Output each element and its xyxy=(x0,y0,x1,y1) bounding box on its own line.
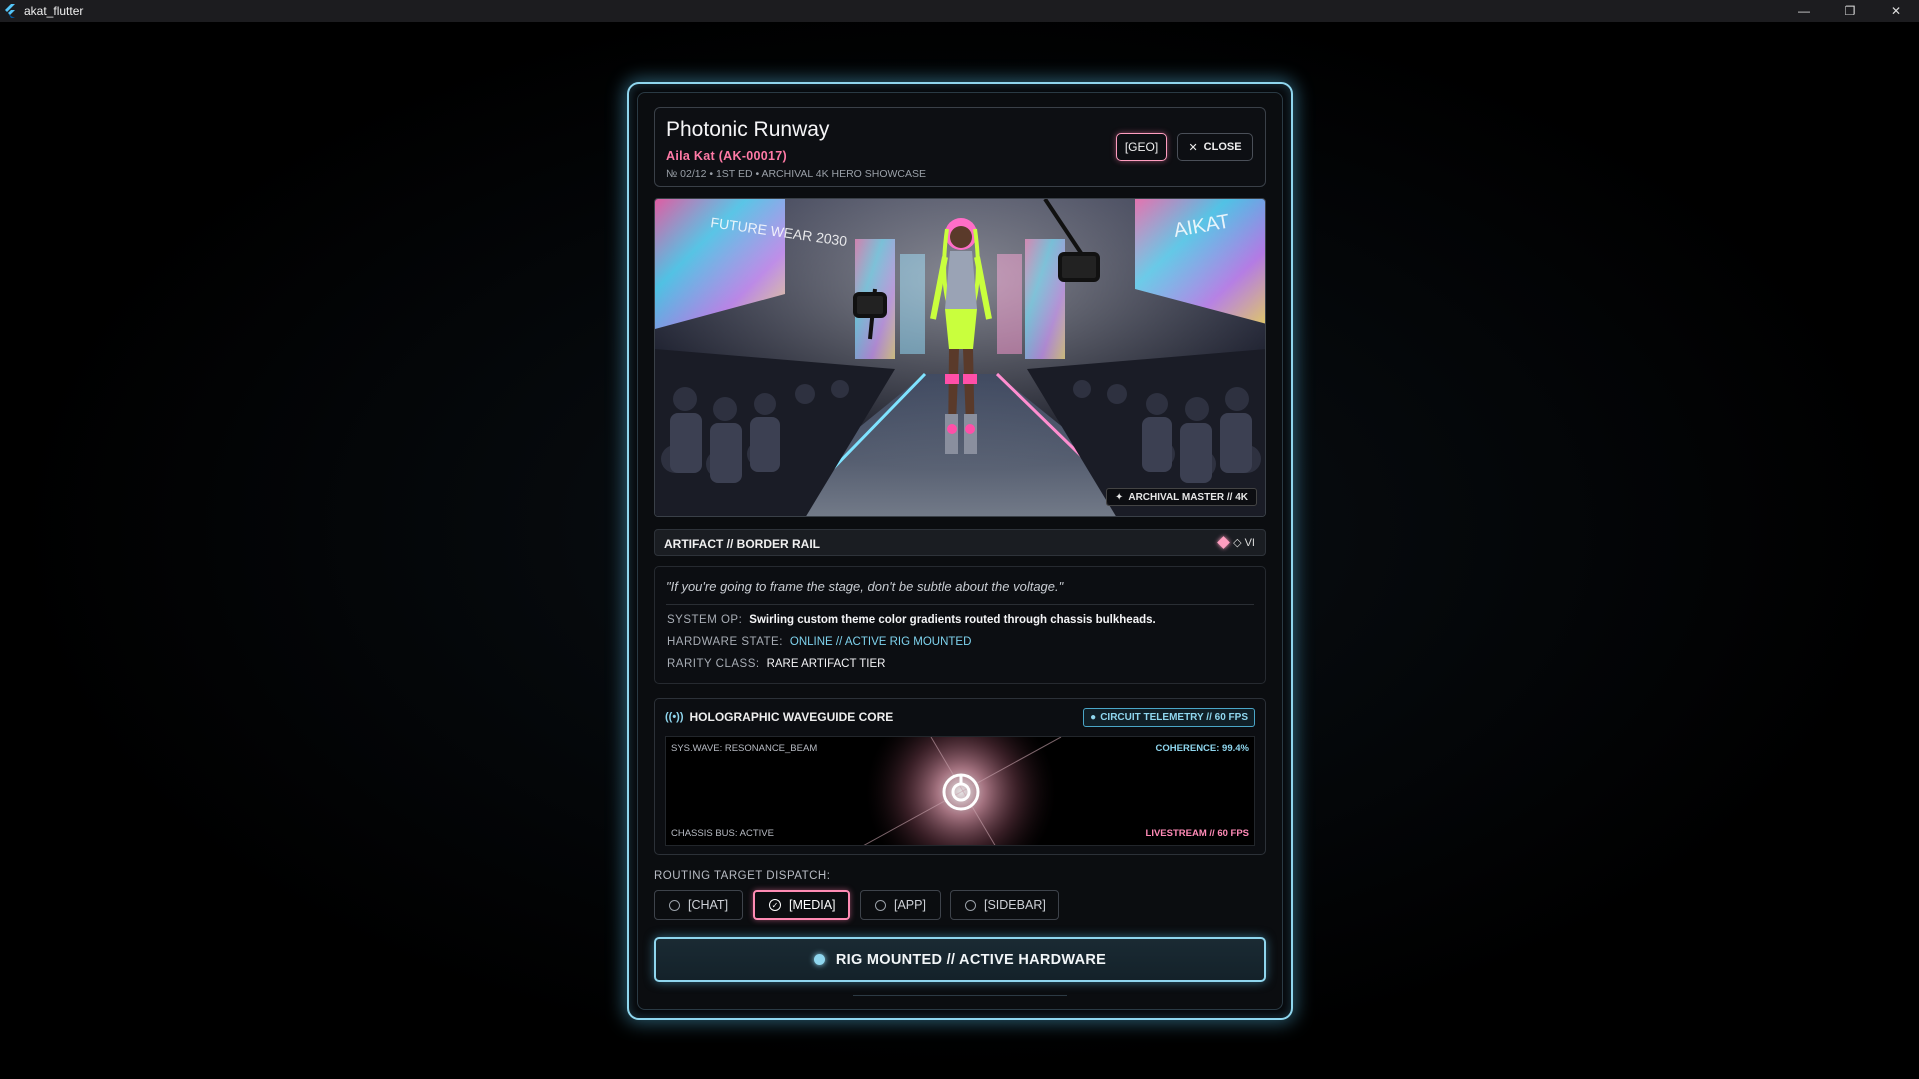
card-subtitle: Aila Kat (AK-00017) xyxy=(666,149,788,163)
close-button[interactable]: ✕ CLOSE xyxy=(1177,133,1253,161)
chassis-bus-label: CHASSIS BUS: ACTIVE xyxy=(671,828,774,839)
window-titlebar: akat_flutter — ❐ ✕ xyxy=(0,0,1919,22)
hardware-state-key: HARDWARE STATE: xyxy=(667,636,783,648)
runway-illustration: FUTURE WEAR 2030 AIKAT xyxy=(655,199,1265,516)
info-panel: "If you're going to frame the stage, don… xyxy=(654,566,1266,684)
artifact-tier-label: ◇ VI xyxy=(1233,537,1255,549)
route-chat-label: [CHAT] xyxy=(688,898,729,912)
artifact-tier: ◇ VI xyxy=(1217,536,1255,549)
system-op-value: Swirling custom theme color gradients ro… xyxy=(749,614,1156,626)
x-icon: ✕ xyxy=(1188,141,1198,154)
rig-mounted-label: RIG MOUNTED // ACTIVE HARDWARE xyxy=(835,951,1107,968)
close-button-label: CLOSE xyxy=(1203,141,1242,153)
hero-image: FUTURE WEAR 2030 AIKAT ✦ ARCHIVAL MASTER… xyxy=(654,198,1266,517)
status-dot-icon xyxy=(813,954,825,965)
rig-mounted-button[interactable]: RIG MOUNTED // ACTIVE HARDWARE xyxy=(654,937,1266,982)
check-circle-icon: ✓ xyxy=(769,899,781,911)
artifact-label: ARTIFACT // BORDER RAIL xyxy=(664,537,820,551)
routing-label: ROUTING TARGET DISPATCH: xyxy=(654,870,831,882)
waveguide-title: ((•)) HOLOGRAPHIC WAVEGUIDE CORE xyxy=(665,710,893,724)
info-divider xyxy=(666,604,1254,605)
system-op-key: SYSTEM OP: xyxy=(667,614,743,626)
livestream-label: LIVESTREAM // 60 FPS xyxy=(1145,828,1249,839)
window-close-button[interactable]: ✕ xyxy=(1873,0,1919,22)
rarity-row: RARITY CLASS: RARE ARTIFACT TIER xyxy=(667,658,885,670)
sparkle-icon: ✦ xyxy=(1114,491,1124,503)
window-controls: — ❐ ✕ xyxy=(1781,0,1919,22)
waveguide-scope: SYS.WAVE: RESONANCE_BEAM COHERENCE: 99.4… xyxy=(665,736,1255,846)
card-title: Photonic Runway xyxy=(666,118,830,141)
artifact-bar: ARTIFACT // BORDER RAIL ◇ VI xyxy=(654,529,1266,556)
sys-wave-label: SYS.WAVE: RESONANCE_BEAM xyxy=(671,743,818,754)
window-title: akat_flutter xyxy=(24,4,84,18)
route-app-button[interactable]: [APP] xyxy=(860,890,941,920)
telemetry-badge: ● CIRCUIT TELEMETRY // 60 FPS xyxy=(1083,708,1255,727)
restore-button[interactable]: ❐ xyxy=(1827,0,1873,22)
card-meta: № 02/12 • 1ST ED • ARCHIVAL 4K HERO SHOW… xyxy=(666,168,927,180)
card-header: Photonic Runway Aila Kat (AK-00017) № 02… xyxy=(654,107,1266,187)
route-media-label: [MEDIA] xyxy=(789,898,836,912)
archival-badge: ✦ ARCHIVAL MASTER // 4K xyxy=(1105,488,1257,506)
radio-unchecked-icon xyxy=(965,899,976,911)
route-sidebar-button[interactable]: [SIDEBAR] xyxy=(950,890,1059,920)
flutter-logo-icon xyxy=(4,4,18,18)
antenna-icon: ((•)) xyxy=(665,711,684,723)
route-chat-button[interactable]: [CHAT] xyxy=(654,890,743,920)
status-dot-icon: ● xyxy=(1090,712,1097,723)
route-app-label: [APP] xyxy=(894,898,926,912)
waveguide-panel: ((•)) HOLOGRAPHIC WAVEGUIDE CORE ● CIRCU… xyxy=(654,698,1266,855)
flavor-quote: "If you're going to frame the stage, don… xyxy=(666,579,1064,594)
rarity-value: RARE ARTIFACT TIER xyxy=(766,658,886,670)
telemetry-label: CIRCUIT TELEMETRY // 60 FPS xyxy=(1100,712,1248,723)
hardware-state-row: HARDWARE STATE: ONLINE // ACTIVE RIG MOU… xyxy=(667,636,971,648)
radio-unchecked-icon xyxy=(875,899,886,911)
bottom-divider xyxy=(853,995,1067,996)
route-sidebar-label: [SIDEBAR] xyxy=(984,898,1046,912)
archival-badge-label: ARCHIVAL MASTER // 4K xyxy=(1128,491,1248,503)
diamond-icon xyxy=(1217,536,1230,549)
system-op-row: SYSTEM OP: Swirling custom theme color g… xyxy=(667,614,1156,626)
radio-unchecked-icon xyxy=(669,899,680,911)
coherence-label: COHERENCE: 99.4% xyxy=(1155,743,1249,754)
route-media-button[interactable]: ✓ [MEDIA] xyxy=(753,890,850,920)
rarity-key: RARITY CLASS: xyxy=(667,658,760,670)
geo-button[interactable]: [GEO] xyxy=(1116,133,1167,161)
minimize-button[interactable]: — xyxy=(1781,0,1827,22)
waveguide-title-label: HOLOGRAPHIC WAVEGUIDE CORE xyxy=(689,710,894,724)
hardware-state-value: ONLINE // ACTIVE RIG MOUNTED xyxy=(789,636,972,648)
